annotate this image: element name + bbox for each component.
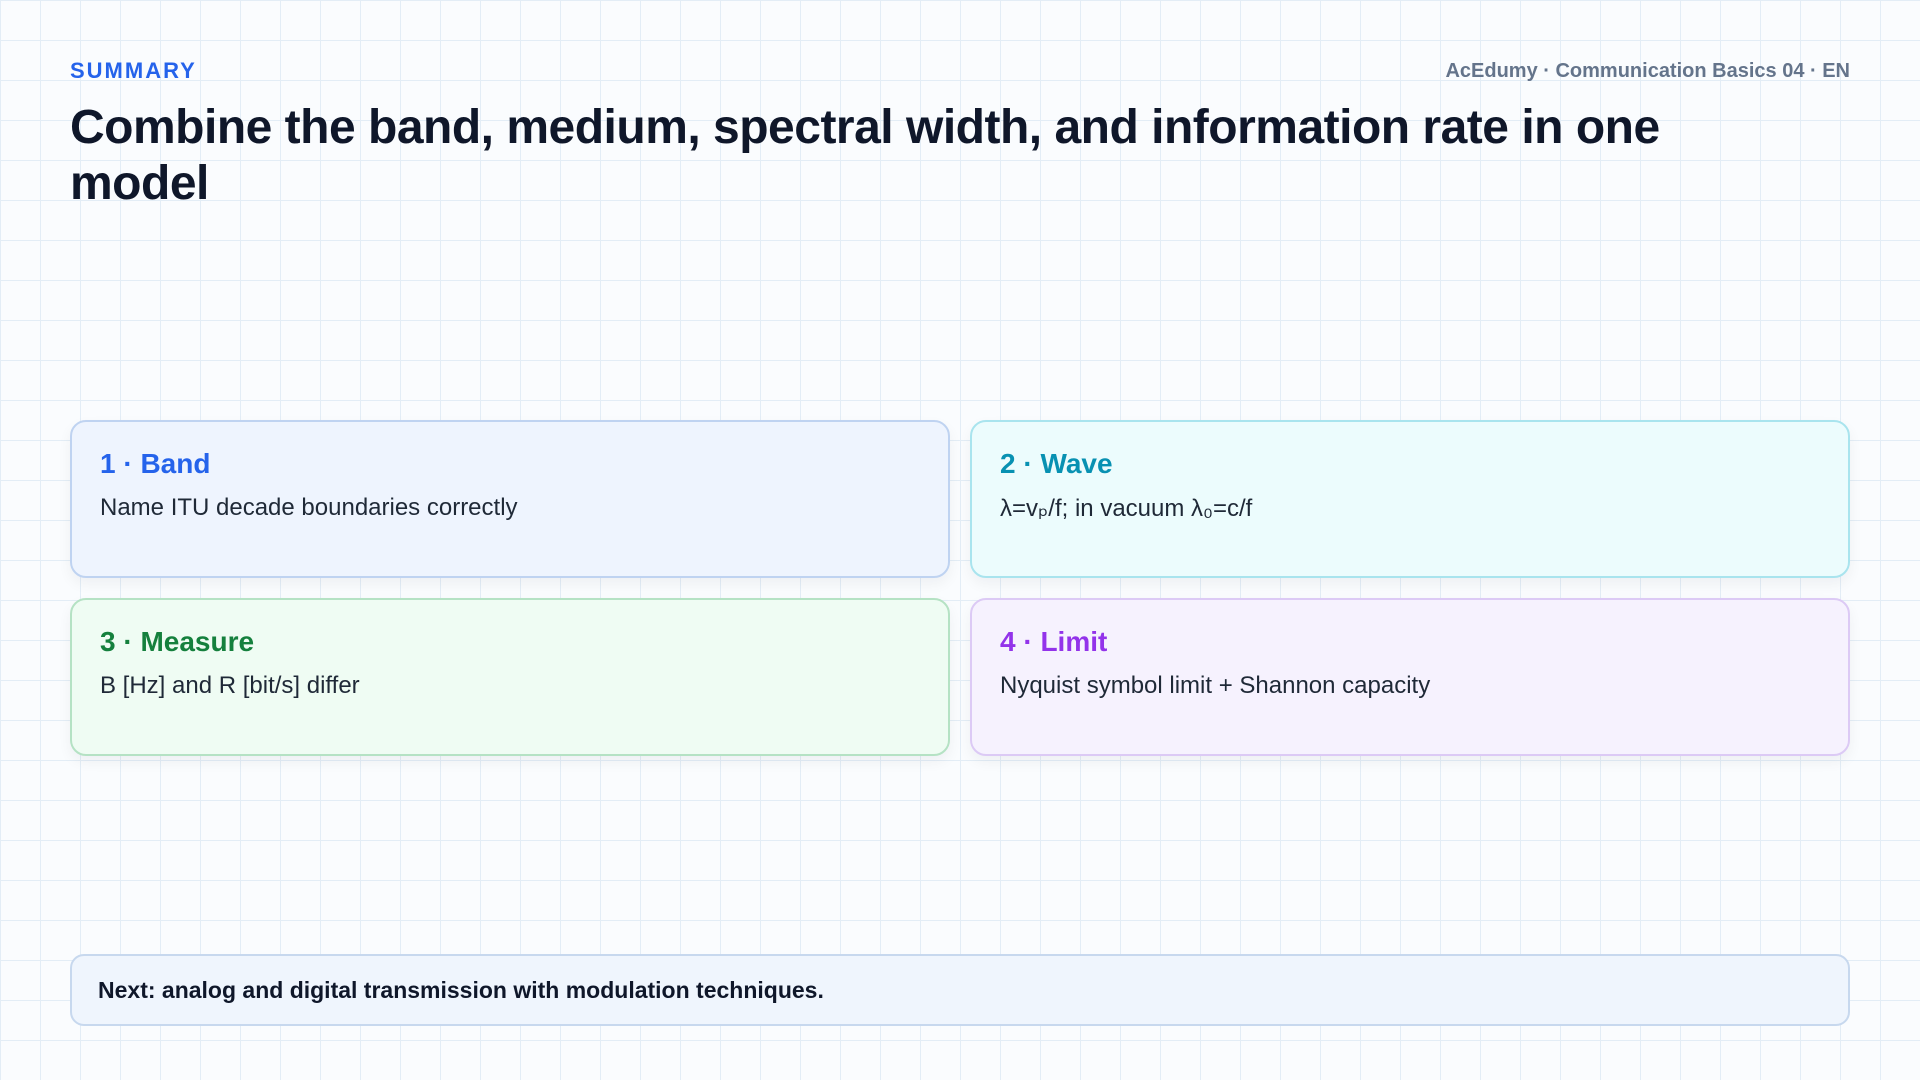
card-title: 1 · Band: [100, 448, 211, 479]
card-title: 3 · Measure: [100, 626, 255, 657]
card-text: B [Hz] and R [bit/s] differ: [100, 672, 360, 699]
card-band: 1 · Band Name ITU decade boundaries corr…: [70, 420, 950, 578]
next-topic-text: Next: analog and digital transmission wi…: [98, 976, 824, 1003]
section-kicker: SUMMARY: [70, 58, 197, 83]
next-topic-banner: Next: analog and digital transmission wi…: [70, 954, 1850, 1026]
card-limit: 4 · Limit Nyquist symbol limit + Shannon…: [970, 598, 1850, 756]
summary-cards: 1 · Band Name ITU decade boundaries corr…: [70, 420, 1850, 756]
card-text: λ=vₚ/f; in vacuum λ₀=c/f: [1000, 495, 1253, 522]
card-title: 2 · Wave: [1000, 448, 1113, 479]
course-meta: AcEdumy · Communication Basics 04 · EN: [1445, 60, 1850, 82]
card-title: 4 · Limit: [1000, 626, 1108, 657]
page-title: Combine the band, medium, spectral width…: [70, 101, 1660, 210]
card-measure: 3 · Measure B [Hz] and R [bit/s] differ: [70, 598, 950, 756]
card-text: Nyquist symbol limit + Shannon capacity: [1000, 672, 1431, 699]
card-wave: 2 · Wave λ=vₚ/f; in vacuum λ₀=c/f: [970, 420, 1850, 578]
card-text: Name ITU decade boundaries correctly: [100, 494, 518, 521]
